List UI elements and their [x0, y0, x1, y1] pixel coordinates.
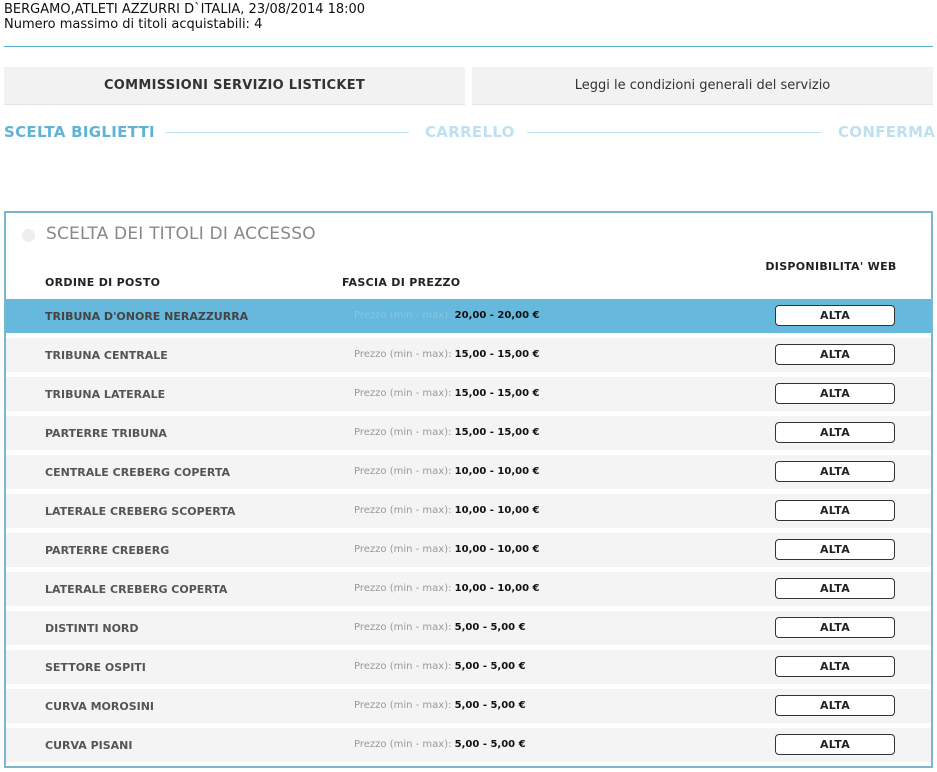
- ticket-row[interactable]: TRIBUNA LATERALE Prezzo (min - max): 15,0…: [6, 377, 931, 411]
- price-label: Prezzo (min - max):: [354, 388, 452, 399]
- step-carrello: CARRELLO: [425, 123, 515, 141]
- price-range: Prezzo (min - max): 5,00 - 5,00 €: [354, 661, 526, 672]
- panel-title: SCELTA DEI TITOLI DI ACCESSO: [46, 224, 316, 244]
- availability-button[interactable]: ALTA: [775, 305, 895, 326]
- availability-button[interactable]: ALTA: [775, 539, 895, 560]
- sector-name: DISTINTI NORD: [45, 622, 139, 635]
- column-header-disponibilita: DISPONIBILITA' WEB: [765, 260, 897, 273]
- price-label: Prezzo (min - max):: [354, 505, 452, 516]
- sector-name: TRIBUNA CENTRALE: [45, 349, 168, 362]
- ticket-row[interactable]: PARTERRE CREBERG Prezzo (min - max): 10,0…: [6, 533, 931, 567]
- ticket-row[interactable]: LATERALE CREBERG COPERTA Prezzo (min - ma…: [6, 572, 931, 606]
- price-range: Prezzo (min - max): 10,00 - 10,00 €: [354, 505, 540, 516]
- price-value: 15,00 - 15,00 €: [454, 349, 540, 360]
- price-value: 15,00 - 15,00 €: [454, 388, 540, 399]
- price-value: 15,00 - 15,00 €: [454, 427, 540, 438]
- sector-name: CENTRALE CREBERG COPERTA: [45, 466, 231, 479]
- price-value: 5,00 - 5,00 €: [454, 700, 526, 711]
- price-range: Prezzo (min - max): 10,00 - 10,00 €: [354, 583, 540, 594]
- price-range: Prezzo (min - max): 20,00 - 20,00 €: [354, 310, 540, 321]
- step-conferma: CONFERMA: [838, 123, 936, 141]
- price-value: 5,00 - 5,00 €: [454, 739, 526, 750]
- sector-name: SETTORE OSPITI: [45, 661, 146, 674]
- column-header-settore: ORDINE DI POSTO: [45, 276, 161, 289]
- price-value: 5,00 - 5,00 €: [454, 622, 526, 633]
- ticket-row[interactable]: CURVA MOROSINI Prezzo (min - max): 5,00 -…: [6, 689, 931, 723]
- price-label: Prezzo (min - max):: [354, 544, 452, 555]
- ticket-row[interactable]: PARTERRE TRIBUNA Prezzo (min - max): 15,0…: [6, 416, 931, 450]
- event-title: BERGAMO,ATLETI AZZURRI D`ITALIA, 23/08/2…: [4, 2, 366, 17]
- price-range: Prezzo (min - max): 15,00 - 15,00 €: [354, 349, 540, 360]
- ticket-row[interactable]: TRIBUNA CENTRALE Prezzo (min - max): 15,0…: [6, 338, 931, 372]
- bullet-icon: [22, 229, 35, 242]
- price-range: Prezzo (min - max): 5,00 - 5,00 €: [354, 739, 526, 750]
- step-connector: [527, 132, 821, 133]
- ticket-row[interactable]: CENTRALE CREBERG COPERTA Prezzo (min - ma…: [6, 455, 931, 489]
- ticket-row[interactable]: SETTORE OSPITI Prezzo (min - max): 5,00 -…: [6, 650, 931, 684]
- commissioni-button[interactable]: COMMISSIONI SERVIZIO LISTICKET: [4, 67, 465, 105]
- sector-name: CURVA MOROSINI: [45, 700, 155, 713]
- availability-button[interactable]: ALTA: [775, 422, 895, 443]
- availability-button[interactable]: ALTA: [775, 578, 895, 599]
- price-range: Prezzo (min - max): 5,00 - 5,00 €: [354, 700, 526, 711]
- header-divider: [4, 46, 933, 47]
- price-label: Prezzo (min - max):: [354, 739, 452, 750]
- price-value: 20,00 - 20,00 €: [454, 310, 540, 321]
- sector-name: LATERALE CREBERG COPERTA: [45, 583, 228, 596]
- price-label: Prezzo (min - max):: [354, 700, 452, 711]
- price-label: Prezzo (min - max):: [354, 466, 452, 477]
- availability-button[interactable]: ALTA: [775, 734, 895, 755]
- sector-name: TRIBUNA LATERALE: [45, 388, 166, 401]
- price-label: Prezzo (min - max):: [354, 622, 452, 633]
- ticket-selection-panel: SCELTA DEI TITOLI DI ACCESSO ORDINE DI P…: [4, 211, 933, 768]
- step-scelta-biglietti: SCELTA BIGLIETTI: [4, 123, 155, 141]
- sector-name: LATERALE CREBERG SCOPERTA: [45, 505, 236, 518]
- price-label: Prezzo (min - max):: [354, 661, 452, 672]
- price-range: Prezzo (min - max): 5,00 - 5,00 €: [354, 622, 526, 633]
- price-range: Prezzo (min - max): 15,00 - 15,00 €: [354, 427, 540, 438]
- sector-name: PARTERRE CREBERG: [45, 544, 170, 557]
- step-connector: [166, 132, 409, 133]
- availability-button[interactable]: ALTA: [775, 461, 895, 482]
- ticket-row[interactable]: TRIBUNA D'ONORE NERAZZURRA Prezzo (min - …: [6, 299, 931, 333]
- availability-button[interactable]: ALTA: [775, 500, 895, 521]
- sector-name: PARTERRE TRIBUNA: [45, 427, 167, 440]
- price-value: 10,00 - 10,00 €: [454, 505, 540, 516]
- sector-name: CURVA PISANI: [45, 739, 133, 752]
- price-value: 10,00 - 10,00 €: [454, 583, 540, 594]
- availability-button[interactable]: ALTA: [775, 344, 895, 365]
- price-range: Prezzo (min - max): 15,00 - 15,00 €: [354, 388, 540, 399]
- price-label: Prezzo (min - max):: [354, 427, 452, 438]
- availability-button[interactable]: ALTA: [775, 656, 895, 677]
- price-range: Prezzo (min - max): 10,00 - 10,00 €: [354, 544, 540, 555]
- ticket-row[interactable]: DISTINTI NORD Prezzo (min - max): 5,00 - …: [6, 611, 931, 645]
- price-label: Prezzo (min - max):: [354, 310, 452, 321]
- availability-button[interactable]: ALTA: [775, 617, 895, 638]
- max-titles-info: Numero massimo di titoli acquistabili: 4: [4, 17, 263, 32]
- ticket-row[interactable]: LATERALE CREBERG SCOPERTA Prezzo (min - m…: [6, 494, 931, 528]
- condizioni-button[interactable]: Leggi le condizioni generali del servizi…: [472, 67, 933, 105]
- availability-button[interactable]: ALTA: [775, 383, 895, 404]
- ticket-row[interactable]: CURVA PISANI Prezzo (min - max): 5,00 - 5…: [6, 728, 931, 762]
- price-range: Prezzo (min - max): 10,00 - 10,00 €: [354, 466, 540, 477]
- price-value: 10,00 - 10,00 €: [454, 466, 540, 477]
- column-header-prezzo: FASCIA DI PREZZO: [342, 276, 461, 289]
- sector-name: TRIBUNA D'ONORE NERAZZURRA: [45, 310, 249, 323]
- price-label: Prezzo (min - max):: [354, 349, 452, 360]
- price-value: 5,00 - 5,00 €: [454, 661, 526, 672]
- price-value: 10,00 - 10,00 €: [454, 544, 540, 555]
- availability-button[interactable]: ALTA: [775, 695, 895, 716]
- ticket-list: TRIBUNA D'ONORE NERAZZURRA Prezzo (min - …: [6, 299, 931, 767]
- price-label: Prezzo (min - max):: [354, 583, 452, 594]
